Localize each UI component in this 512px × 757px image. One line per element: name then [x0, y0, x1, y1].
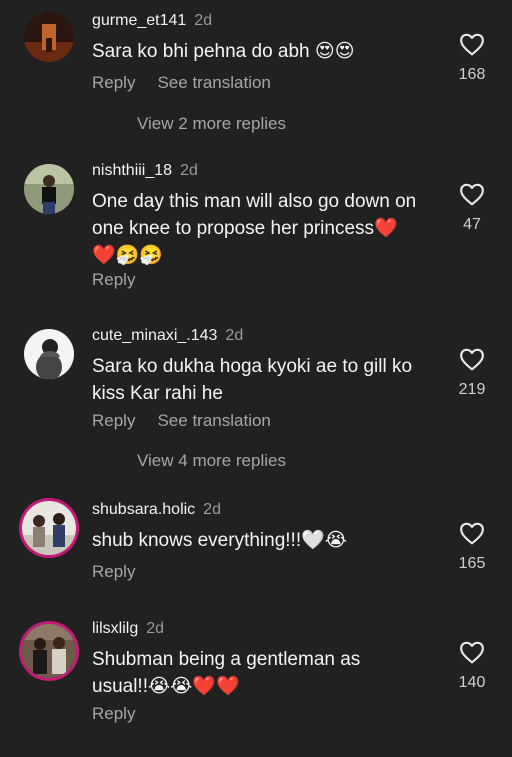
comment-time: 2d	[146, 620, 165, 637]
avatar[interactable]	[24, 12, 74, 62]
like-button[interactable]: 165	[452, 521, 492, 573]
heart-outline-icon[interactable]	[459, 182, 485, 206]
avatar[interactable]	[24, 164, 74, 214]
like-button[interactable]: 219	[452, 347, 492, 399]
like-button[interactable]: 168	[452, 32, 492, 84]
like-count: 47	[463, 216, 481, 233]
comment-username[interactable]: gurme_et141	[92, 12, 186, 29]
comment-text: One day this man will also go down on on…	[92, 188, 442, 269]
comment-text-line: One day this man will also go down on	[92, 191, 417, 212]
like-count: 219	[458, 381, 486, 398]
comment-text: shub knows everything!!!🤍😭	[92, 527, 442, 554]
reply-button[interactable]: Reply	[92, 73, 135, 92]
reply-button[interactable]: Reply	[92, 411, 135, 430]
like-count: 165	[458, 555, 486, 572]
heart-outline-icon[interactable]	[459, 347, 485, 371]
comment-text-line: shub knows everything!!!🤍😭	[92, 530, 347, 551]
like-count: 140	[458, 674, 486, 691]
avatar[interactable]	[22, 624, 76, 678]
comment-text-line: kiss Kar rahi he	[92, 383, 223, 404]
reply-button[interactable]: Reply	[92, 562, 135, 581]
comment-text-line: Sara ko dukha hoga kyoki ae to gill ko	[92, 356, 413, 377]
comment-text-line: usual!!😭😭❤️❤️	[92, 676, 240, 697]
comment-username[interactable]: cute_minaxi_.143	[92, 327, 217, 344]
view-more-replies-button[interactable]: View 2 more replies	[137, 114, 286, 134]
heart-outline-icon[interactable]	[459, 521, 485, 545]
avatar[interactable]	[22, 501, 76, 555]
comment-time: 2d	[180, 162, 198, 179]
comment-text: Shubman being a gentleman as usual!!😭😭❤️…	[92, 646, 442, 700]
comment-text-line: Sara ko bhi pehna do abh 😍😍	[92, 41, 355, 62]
see-translation-button[interactable]: See translation	[157, 73, 270, 92]
view-more-replies-button[interactable]: View 4 more replies	[137, 451, 286, 471]
comment-time: 2d	[203, 501, 221, 518]
comment-text-line: Shubman being a gentleman as	[92, 649, 361, 670]
comment-text: Sara ko bhi pehna do abh 😍😍	[92, 38, 442, 65]
comment-time: 2d	[225, 327, 244, 344]
comment-text: Sara ko dukha hoga kyoki ae to gill ko k…	[92, 353, 442, 407]
like-button[interactable]: 47	[452, 182, 492, 234]
comment-username[interactable]: lilsxlilg	[92, 620, 138, 637]
like-count: 168	[458, 66, 486, 83]
heart-outline-icon[interactable]	[459, 640, 485, 664]
reply-button[interactable]: Reply	[92, 270, 135, 289]
comment-text-line: one knee to propose her princess❤️	[92, 218, 398, 239]
reply-button[interactable]: Reply	[92, 704, 135, 723]
comment-username[interactable]: shubsara.holic	[92, 501, 195, 518]
comment-text-line: ❤️🤧🤧	[92, 245, 163, 266]
see-translation-button[interactable]: See translation	[157, 411, 270, 430]
comment-time: 2d	[194, 12, 213, 29]
like-button[interactable]: 140	[452, 640, 492, 692]
avatar[interactable]	[24, 329, 74, 379]
heart-outline-icon[interactable]	[459, 32, 485, 56]
comment-username[interactable]: nishthiii_18	[92, 162, 172, 179]
